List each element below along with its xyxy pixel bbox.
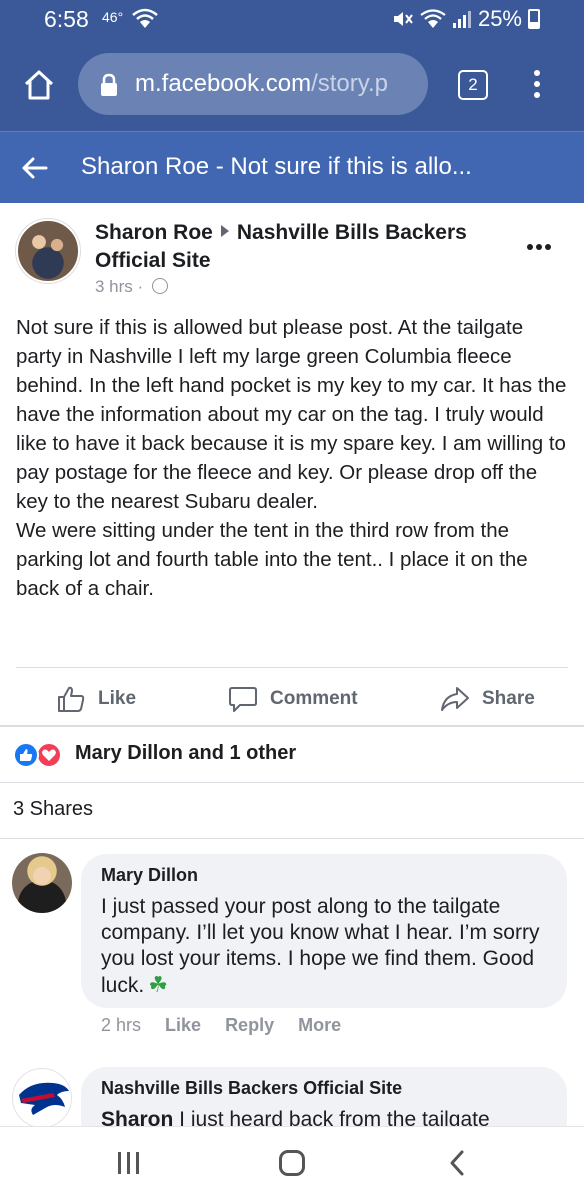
tabs-button[interactable]: 2	[458, 70, 488, 100]
shamrock-icon: ☘	[148, 972, 168, 997]
post-paragraph: We were sitting under the tent in the th…	[16, 519, 528, 600]
post-time[interactable]: 3 hrs ·	[95, 277, 143, 296]
comment-time: 2 hrs	[101, 1015, 142, 1035]
commenter-name[interactable]: Mary Dillon	[101, 865, 198, 886]
comment-text: I just passed your post along to the tai…	[101, 895, 540, 997]
recent-apps-icon[interactable]	[118, 1152, 142, 1174]
wifi-signal-icon	[420, 9, 446, 28]
bills-logo-icon	[14, 1070, 71, 1127]
url-domain: m.facebook.com	[135, 70, 312, 97]
system-nav-bar	[0, 1126, 584, 1200]
author-avatar[interactable]	[16, 219, 80, 283]
reactions-text: Mary Dillon and 1 other	[75, 742, 297, 764]
reactions-summary[interactable]: Mary Dillon and 1 other	[0, 727, 584, 783]
comment-like-link[interactable]: Like	[165, 1015, 201, 1036]
more-options-icon[interactable]	[527, 237, 554, 255]
comment-more-link[interactable]: More	[298, 1015, 341, 1036]
page-header: Sharon Roe - Not sure if this is allo...	[0, 131, 584, 203]
lock-icon	[101, 73, 117, 96]
comment-label: Comment	[270, 688, 358, 709]
page-title: Sharon Roe - Not sure if this is allo...	[81, 153, 472, 180]
commenter-avatar[interactable]	[12, 853, 72, 913]
comment-text: Sharon I just heard back from the tailga…	[101, 1107, 561, 1127]
post-action-bar: Like Comment Share	[16, 667, 568, 725]
cell-signal-icon	[452, 11, 471, 28]
share-button[interactable]: Share	[440, 684, 535, 714]
comment-button[interactable]: Comment	[228, 684, 358, 714]
battery-icon	[528, 9, 540, 29]
battery-percent: 25%	[477, 6, 522, 31]
mute-icon	[393, 12, 413, 26]
comment-actions: 2 hrs Like Reply More	[101, 1015, 365, 1036]
comment-bubble: Nashville Bills Backers Official Site Sh…	[81, 1067, 567, 1127]
comment-reply-link[interactable]: Reply	[225, 1015, 274, 1036]
post-paragraph: Not sure if this is allowed but please p…	[16, 316, 567, 513]
comment-bubble: Mary Dillon I just passed your post alon…	[81, 854, 567, 1008]
post-body: Not sure if this is allowed but please p…	[16, 313, 572, 603]
address-bar[interactable]: m.facebook.com/story.p	[78, 53, 428, 115]
shares-count: 3 Shares	[13, 798, 94, 820]
browser-menu-icon[interactable]	[532, 70, 542, 102]
post-author-line: Sharon Roe Nashville Bills Backers Offici…	[95, 219, 495, 275]
shares-summary[interactable]: 3 Shares	[0, 783, 584, 839]
comment-icon	[229, 687, 257, 712]
post-meta: 3 hrs ·	[95, 277, 168, 297]
url-path: /story.p	[311, 70, 388, 97]
like-reaction-icon	[13, 742, 39, 768]
commenter-avatar[interactable]	[12, 1068, 72, 1128]
like-button[interactable]: Like	[56, 684, 136, 714]
back-arrow-icon[interactable]	[20, 154, 48, 182]
thumbs-up-icon	[58, 686, 85, 712]
status-time: 6:58	[44, 6, 89, 32]
status-temperature: 46°	[102, 9, 124, 25]
globe-icon	[151, 278, 168, 294]
commenter-name[interactable]: Nashville Bills Backers Official Site	[101, 1078, 402, 1099]
url-text: m.facebook.com/story.p	[135, 70, 388, 98]
like-label: Like	[98, 688, 137, 709]
arrow-right-icon	[220, 225, 229, 237]
home-icon[interactable]	[22, 68, 56, 102]
love-reaction-icon	[36, 742, 62, 768]
wifi-icon	[132, 8, 158, 28]
status-bar: 6:58 46° 25%	[0, 0, 584, 40]
share-label: Share	[482, 688, 535, 709]
status-right-group: 25%	[392, 6, 540, 32]
home-button-icon[interactable]	[279, 1150, 305, 1176]
browser-toolbar: m.facebook.com/story.p 2	[0, 40, 584, 131]
share-icon	[441, 687, 469, 711]
mention[interactable]: Sharon	[101, 1108, 173, 1127]
back-icon[interactable]	[447, 1149, 467, 1177]
author-name[interactable]: Sharon Roe	[95, 221, 213, 244]
